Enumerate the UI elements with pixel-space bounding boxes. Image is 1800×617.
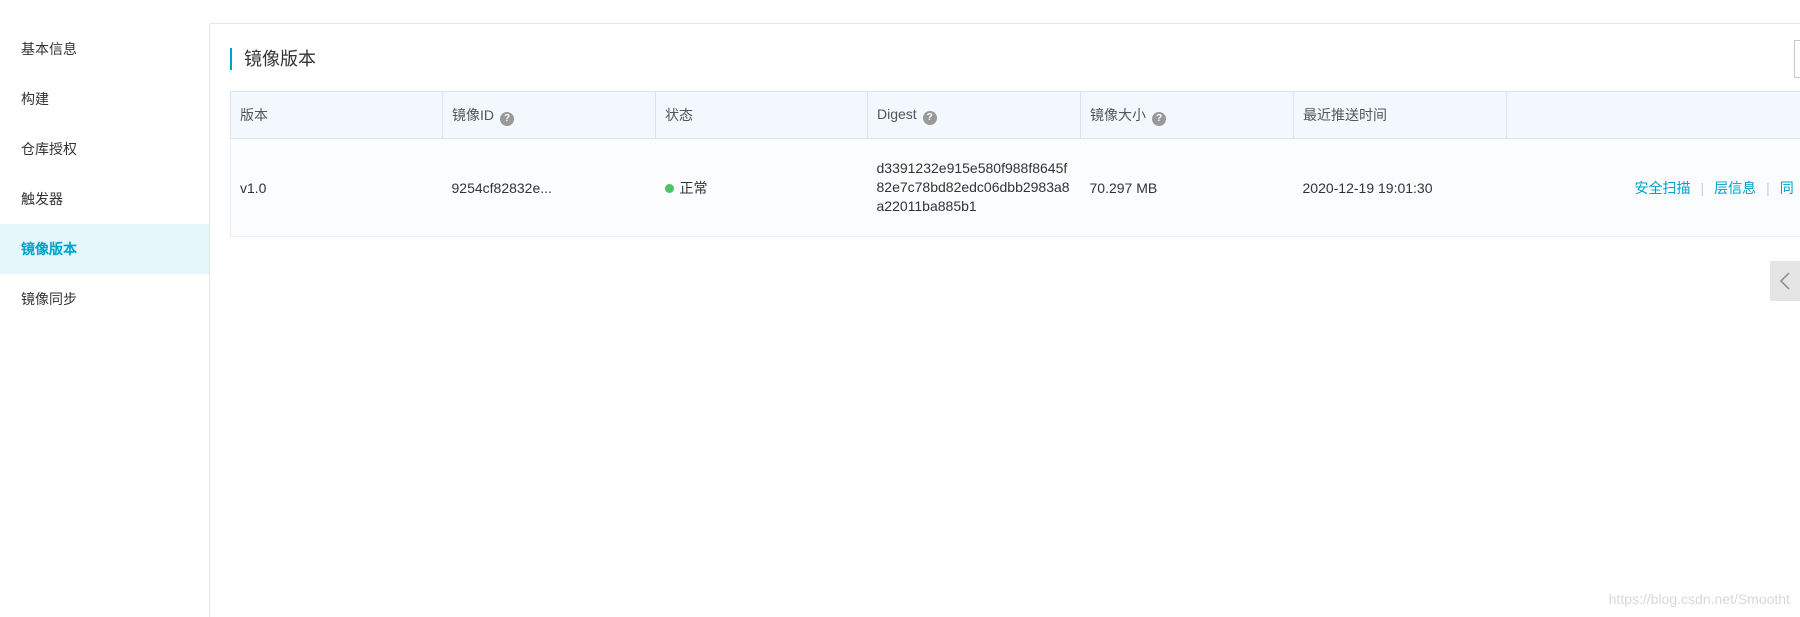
cell-version: v1.0 [230, 138, 443, 237]
column-header-version: 版本 [230, 91, 443, 139]
action-separator: | [1766, 179, 1770, 196]
action-separator: | [1700, 179, 1705, 196]
sidebar-item-build[interactable]: 构建 [0, 74, 209, 124]
layer-info-link[interactable]: 层信息 [1714, 180, 1756, 196]
collapse-panel-tab[interactable] [1770, 261, 1800, 301]
sidebar-item-image-versions[interactable]: 镜像版本 [0, 224, 209, 274]
column-header-image-id: 镜像ID? [442, 91, 656, 139]
status-ok-dot-icon [664, 183, 674, 193]
column-header-pushed-at: 最近推送时间 [1293, 91, 1507, 139]
image-versions-table: 版本 镜像ID? 状态 Digest? 镜像大小? 最近推送时间 v1.0 92… [230, 91, 1800, 237]
help-circle-icon[interactable]: ? [922, 110, 937, 125]
cell-image-id: 9254cf82832e... [442, 138, 656, 237]
security-scan-link[interactable]: 安全扫描 [1635, 180, 1691, 196]
cell-actions: 安全扫描 | 层信息 | 同 [1506, 138, 1800, 237]
sync-link[interactable]: 同 [1780, 180, 1794, 196]
column-header-actions [1506, 91, 1800, 139]
cell-digest: d3391232e915e580f988f8645f82e7c78bd82edc… [867, 138, 1081, 237]
cell-status: 正常 [655, 138, 868, 237]
sidebar-item-repo-auth[interactable]: 仓库授权 [0, 124, 209, 174]
column-header-digest: Digest? [867, 91, 1081, 139]
sidebar-item-image-sync[interactable]: 镜像同步 [0, 274, 209, 324]
status-text: 正常 [679, 179, 708, 196]
main-content: 镜像版本 版本 镜像ID? 状态 Digest? 镜像大小? 最近推送时间 v1… [230, 24, 1800, 617]
sidebar-item-basic-info[interactable]: 基本信息 [0, 24, 209, 74]
page-title: 镜像版本 [230, 48, 316, 70]
toolbar-button-edge[interactable] [1794, 40, 1800, 78]
column-header-size: 镜像大小? [1080, 91, 1294, 139]
sidebar: 基本信息 构建 仓库授权 触发器 镜像版本 镜像同步 [0, 24, 210, 617]
table-header-row: 版本 镜像ID? 状态 Digest? 镜像大小? 最近推送时间 [230, 91, 1800, 139]
top-breadcrumb-strip [210, 0, 1800, 24]
cell-pushed-at: 2020-12-19 19:01:30 [1293, 138, 1507, 237]
table-row: v1.0 9254cf82832e... 正常 d3391232e915e580… [230, 138, 1800, 237]
sidebar-item-trigger[interactable]: 触发器 [0, 174, 209, 224]
watermark: https://blog.csdn.net/Smootht [1608, 591, 1790, 607]
column-header-status: 状态 [655, 91, 868, 139]
help-circle-icon[interactable]: ? [1152, 111, 1166, 126]
cell-size: 70.297 MB [1080, 138, 1294, 237]
help-circle-icon[interactable]: ? [500, 111, 514, 126]
chevron-left-icon [1780, 272, 1790, 290]
